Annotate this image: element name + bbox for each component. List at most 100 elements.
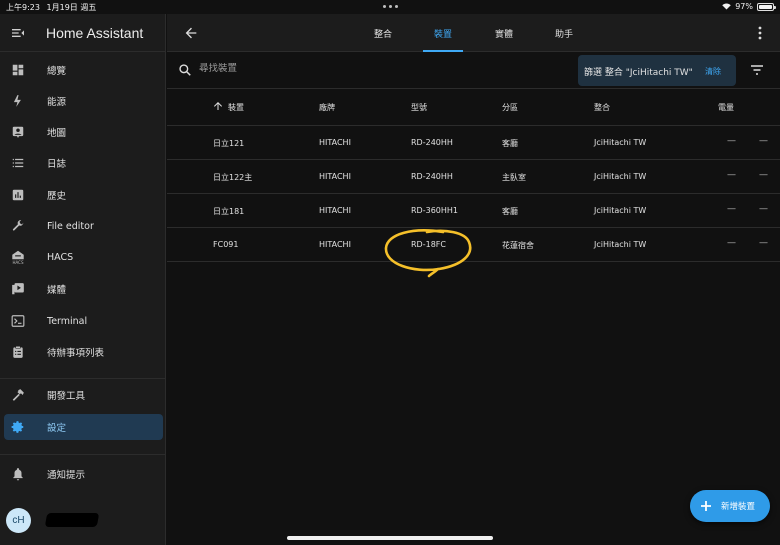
cell-device: 日立181 [213,207,245,216]
sidebar-divider [0,454,166,455]
cell-integration: JciHitachi TW [594,138,647,147]
column-header-device[interactable]: 裝置 [228,102,244,113]
status-right: 97% [722,2,776,11]
sidebar-item-overview[interactable]: 總覽 [4,57,163,83]
multitask-dots-icon[interactable] [383,5,398,8]
wrench-icon [10,218,26,234]
filter-clear-button[interactable]: 清除 [705,66,721,77]
cell-extra: — [759,136,768,146]
cell-model: RD-240HH [411,138,453,147]
sidebar-item-map[interactable]: 地圖 [4,119,163,145]
sidebar-item-hacs[interactable]: HACS HACS [4,244,163,270]
gear-icon [10,419,26,435]
sidebar-item-label: 待辦事項列表 [47,348,105,359]
sidebar-item-label: 歷史 [47,191,67,202]
tab-helpers[interactable]: 助手 [544,14,584,52]
media-icon [10,281,26,297]
user-name-redacted [44,513,100,527]
sidebar-item-developer-tools[interactable]: 開發工具 [4,382,163,408]
sidebar-item-file-editor[interactable]: File editor [4,213,163,239]
sidebar-item-label: 總覽 [47,66,67,77]
cell-extra: — [759,238,768,248]
sidebar-divider [0,378,166,379]
dashboard-icon [10,62,26,78]
avatar[interactable]: cH [6,508,31,533]
sidebar-header: Home Assistant [0,14,165,52]
chart-icon [10,187,26,203]
cell-battery: — [727,204,736,214]
map-person-icon [10,124,26,140]
sort-arrow-up-icon[interactable] [212,100,224,112]
lightning-icon [10,93,26,109]
cell-device: 日立122主 [213,173,253,182]
svg-text:HACS: HACS [12,260,23,265]
menu-collapse-icon[interactable] [10,25,26,41]
status-time: 上午9:23 [6,3,40,12]
tab-entities[interactable]: 實體 [484,14,524,52]
hacs-icon: HACS [10,249,26,265]
list-icon [10,155,26,171]
search-icon [179,64,191,76]
cell-model: RD-360HH1 [411,206,458,215]
cell-manufacturer: HITACHI [319,138,351,147]
table-row[interactable]: FC091 HITACHI RD-18FC 花蓮宿舍 JciHitachi TW… [167,228,780,262]
sidebar-item-label: File editor [47,220,94,232]
table-row[interactable]: 日立122主 HITACHI RD-240HH 主臥室 JciHitachi T… [167,160,780,194]
tab-devices[interactable]: 裝置 [423,14,463,52]
sidebar-item-history[interactable]: 歷史 [4,182,163,208]
sidebar-item-label: Terminal [47,315,88,327]
sidebar-item-label: 設定 [47,423,67,434]
search-row: 篩選 整合 "JciHitachi TW" 清除 [167,52,780,89]
sidebar: Home Assistant 總覽 能源 地圖 日誌 歷史 File edito… [0,14,166,545]
cell-manufacturer: HITACHI [319,240,351,249]
bell-icon [10,466,26,482]
cell-manufacturer: HITACHI [319,172,351,181]
sidebar-item-logbook[interactable]: 日誌 [4,150,163,176]
cell-area: 客廳 [502,139,518,148]
status-time-date: 上午9:23 1月19日 週五 [6,2,96,13]
cell-area: 主臥室 [502,173,526,182]
sidebar-item-energy[interactable]: 能源 [4,88,163,114]
app-title: Home Assistant [46,24,144,41]
column-header-battery[interactable]: 電量 [718,102,734,113]
column-header-model[interactable]: 型號 [411,102,427,113]
filter-icon[interactable] [750,64,764,76]
cell-area: 客廳 [502,207,518,216]
tab-label: 實體 [494,29,513,40]
more-vert-icon[interactable] [758,26,762,40]
cell-model: RD-240HH [411,172,453,181]
add-device-label: 新增裝置 [721,502,756,512]
sidebar-item-label: 地圖 [47,128,67,139]
cell-integration: JciHitachi TW [594,172,647,181]
cell-manufacturer: HITACHI [319,206,351,215]
cell-integration: JciHitachi TW [594,206,647,215]
clipboard-icon [10,344,26,360]
sidebar-item-notifications[interactable]: 通知提示 [4,461,163,487]
column-header-area[interactable]: 分區 [502,102,518,113]
column-header-manufacturer[interactable]: 廠牌 [319,102,335,113]
tab-label: 整合 [373,29,392,40]
sidebar-item-label: 日誌 [47,159,67,170]
sidebar-item-terminal[interactable]: Terminal [4,308,163,334]
sidebar-item-label: 能源 [47,97,67,108]
battery-icon [757,2,776,11]
column-header-integration[interactable]: 整合 [594,102,610,113]
home-indicator[interactable] [287,536,493,540]
tab-label: 裝置 [433,29,452,40]
sidebar-item-media[interactable]: 媒體 [4,276,163,302]
cell-extra: — [759,170,768,180]
table-row[interactable]: 日立121 HITACHI RD-240HH 客廳 JciHitachi TW … [167,126,780,160]
sidebar-item-settings[interactable]: 設定 [4,414,163,440]
cell-device: FC091 [213,240,239,249]
wifi-icon [722,3,731,10]
back-arrow-icon[interactable] [183,25,199,41]
filter-label: 篩選 整合 "JciHitachi TW" [584,68,693,78]
search-input[interactable] [199,63,499,74]
tab-integrations[interactable]: 整合 [363,14,403,52]
hammer-icon [10,387,26,403]
status-bar: 上午9:23 1月19日 週五 97% [0,0,780,14]
table-row[interactable]: 日立181 HITACHI RD-360HH1 客廳 JciHitachi TW… [167,194,780,228]
terminal-icon [10,313,26,329]
add-device-button[interactable]: 新增裝置 [690,490,770,522]
sidebar-item-todo[interactable]: 待辦事項列表 [4,339,163,365]
